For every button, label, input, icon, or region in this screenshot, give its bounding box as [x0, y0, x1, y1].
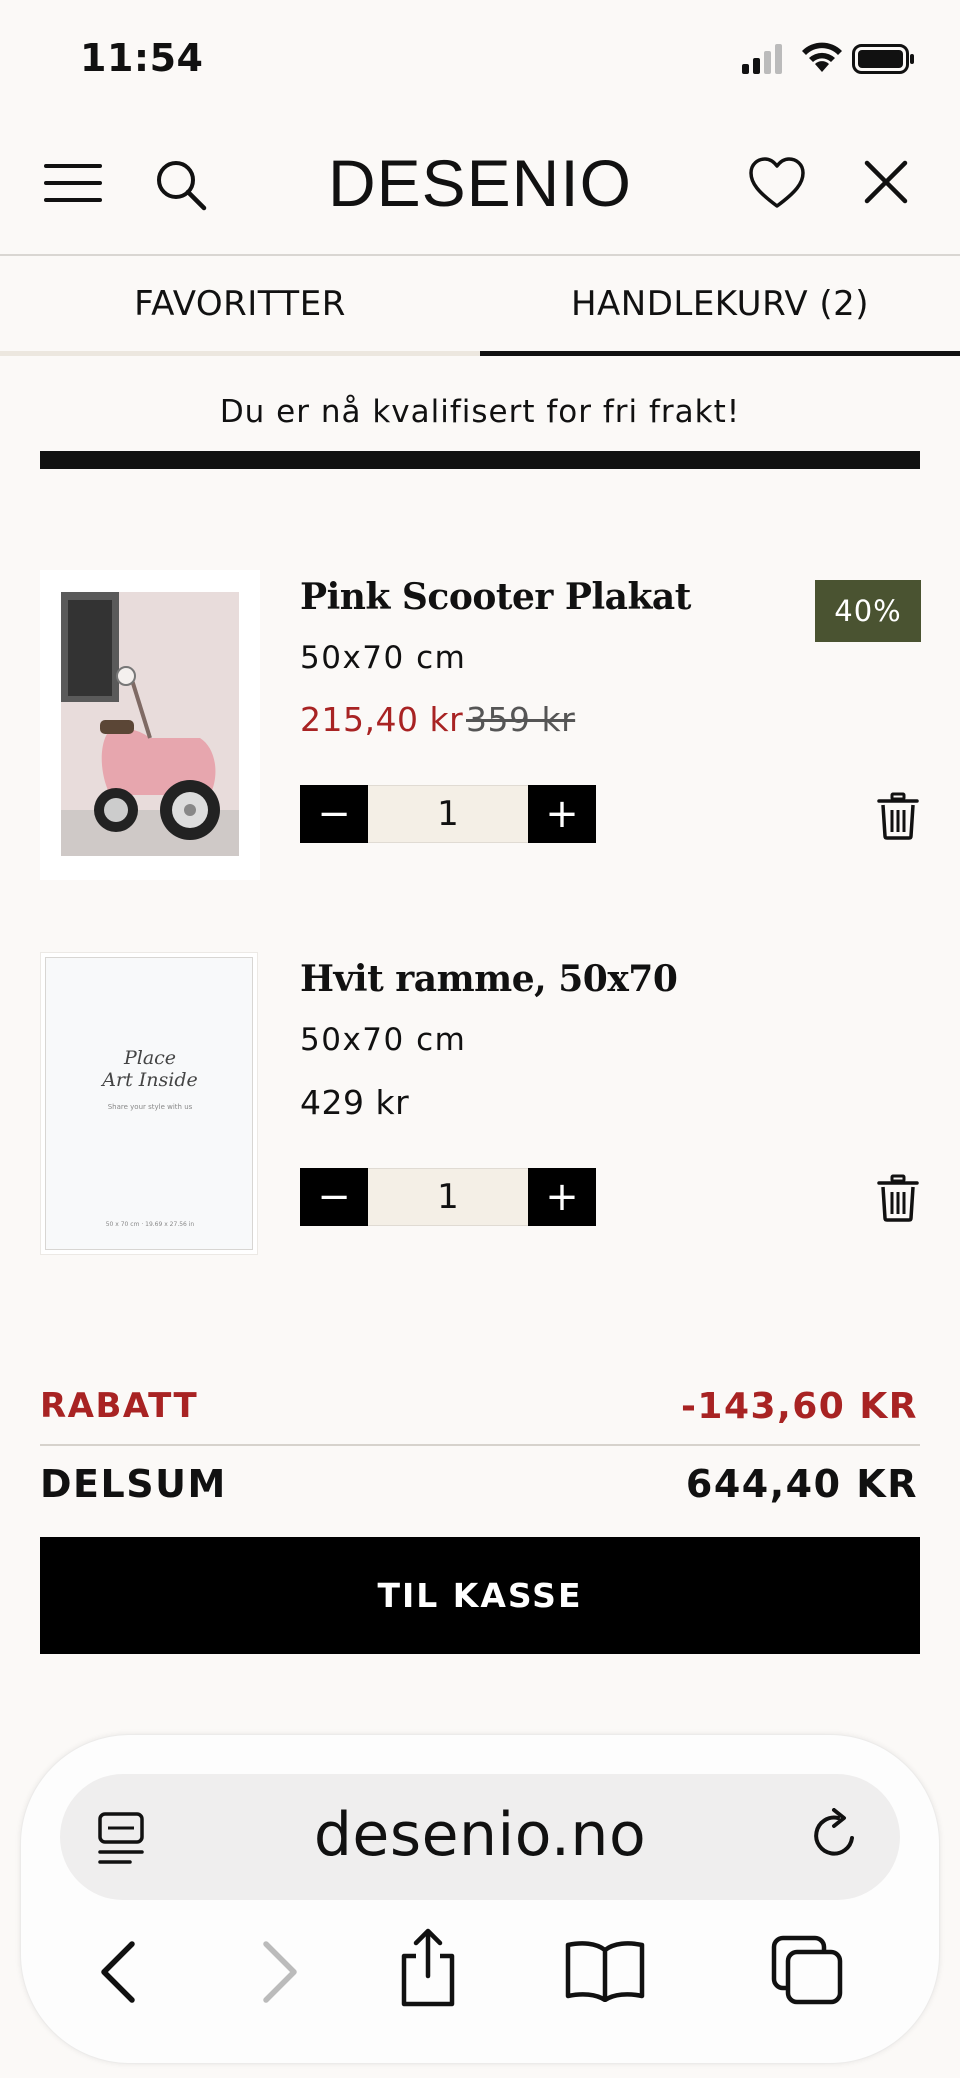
quantity-stepper: − 1 + — [300, 1168, 596, 1226]
frame-placeholder-subtext: Share your style with us — [107, 1103, 193, 1111]
tab-favorites[interactable]: FAVORITTER — [0, 256, 480, 356]
reload-icon[interactable] — [808, 1808, 864, 1864]
totals-divider — [40, 1444, 920, 1446]
product-thumbnail[interactable]: Place Art Inside Share your style with u… — [40, 952, 258, 1255]
free-shipping-message: Du er nå kvalifisert for fri frakt! — [219, 394, 741, 430]
tabs-icon[interactable] — [770, 1934, 846, 2006]
subtotal-value: 644,40 KR — [685, 1462, 918, 1506]
page-menu-icon[interactable] — [96, 1810, 148, 1866]
decrease-quantity-button[interactable]: − — [300, 1168, 368, 1226]
frame-placeholder-text-2: Art Inside — [102, 1069, 198, 1091]
brand-logo[interactable]: DESENIO — [0, 145, 960, 221]
frame-placeholder-text: Place — [123, 1047, 177, 1069]
trash-icon[interactable] — [877, 1174, 919, 1222]
quantity-value[interactable]: 1 — [368, 1168, 528, 1226]
price: 429 kr — [300, 1083, 410, 1122]
subtotal-label: DELSUM — [40, 1462, 227, 1506]
share-icon[interactable] — [396, 1928, 460, 2008]
item-size: 50x70 cm — [300, 640, 467, 676]
decrease-quantity-button[interactable]: − — [300, 785, 368, 843]
increase-quantity-button[interactable]: + — [528, 1168, 596, 1226]
bookmarks-icon[interactable] — [564, 1938, 646, 2002]
discount-value: -143,60 KR — [680, 1386, 918, 1427]
address-bar[interactable] — [60, 1774, 900, 1900]
close-icon[interactable] — [864, 160, 908, 204]
status-time: 11:54 — [80, 36, 204, 80]
item-title[interactable]: Pink Scooter Plakat — [300, 576, 691, 618]
signal-icon — [742, 44, 782, 74]
tab-cart[interactable]: HANDLEKURV (2) — [480, 256, 960, 356]
wifi-icon — [802, 42, 842, 72]
frame-size-note: 50 x 70 cm · 19.69 x 27.56 in — [105, 1221, 195, 1228]
product-thumbnail[interactable] — [40, 570, 260, 880]
back-icon[interactable] — [96, 1940, 142, 2004]
increase-quantity-button[interactable]: + — [528, 785, 596, 843]
pink-scooter-image — [61, 592, 239, 856]
original-price: 359 kr — [466, 700, 576, 739]
quantity-value[interactable]: 1 — [368, 785, 528, 843]
checkout-button[interactable]: TIL KASSE — [40, 1537, 920, 1654]
forward-icon[interactable] — [256, 1940, 302, 2004]
free-shipping-progress-bar — [40, 451, 920, 469]
trash-icon[interactable] — [877, 792, 919, 840]
discount-badge: 40% — [815, 580, 921, 642]
item-title[interactable]: Hvit ramme, 50x70 — [300, 958, 678, 1000]
quantity-stepper: − 1 + — [300, 785, 596, 843]
discount-label: RABATT — [40, 1386, 199, 1426]
item-size: 50x70 cm — [300, 1022, 467, 1058]
sale-price: 215,40 kr — [300, 700, 464, 739]
heart-icon[interactable] — [748, 156, 806, 210]
battery-icon — [852, 44, 914, 74]
